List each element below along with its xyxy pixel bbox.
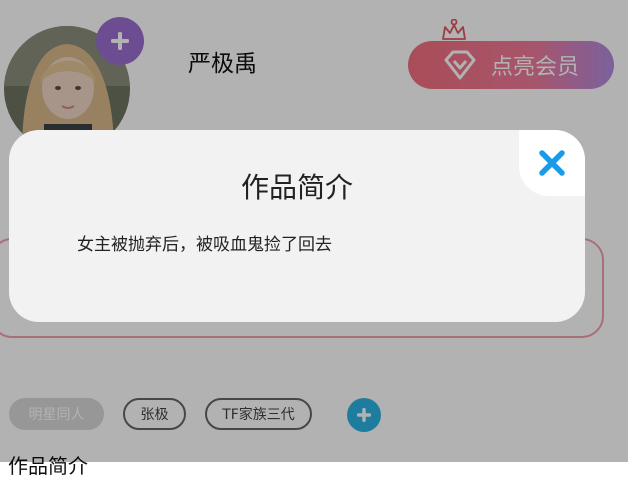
intro-dialog: 作品简介 女主被抛弃后，被吸血鬼捡了回去	[9, 130, 585, 322]
dialog-body: 女主被抛弃后，被吸血鬼捡了回去	[77, 235, 332, 255]
dialog-title: 作品简介	[240, 171, 353, 204]
